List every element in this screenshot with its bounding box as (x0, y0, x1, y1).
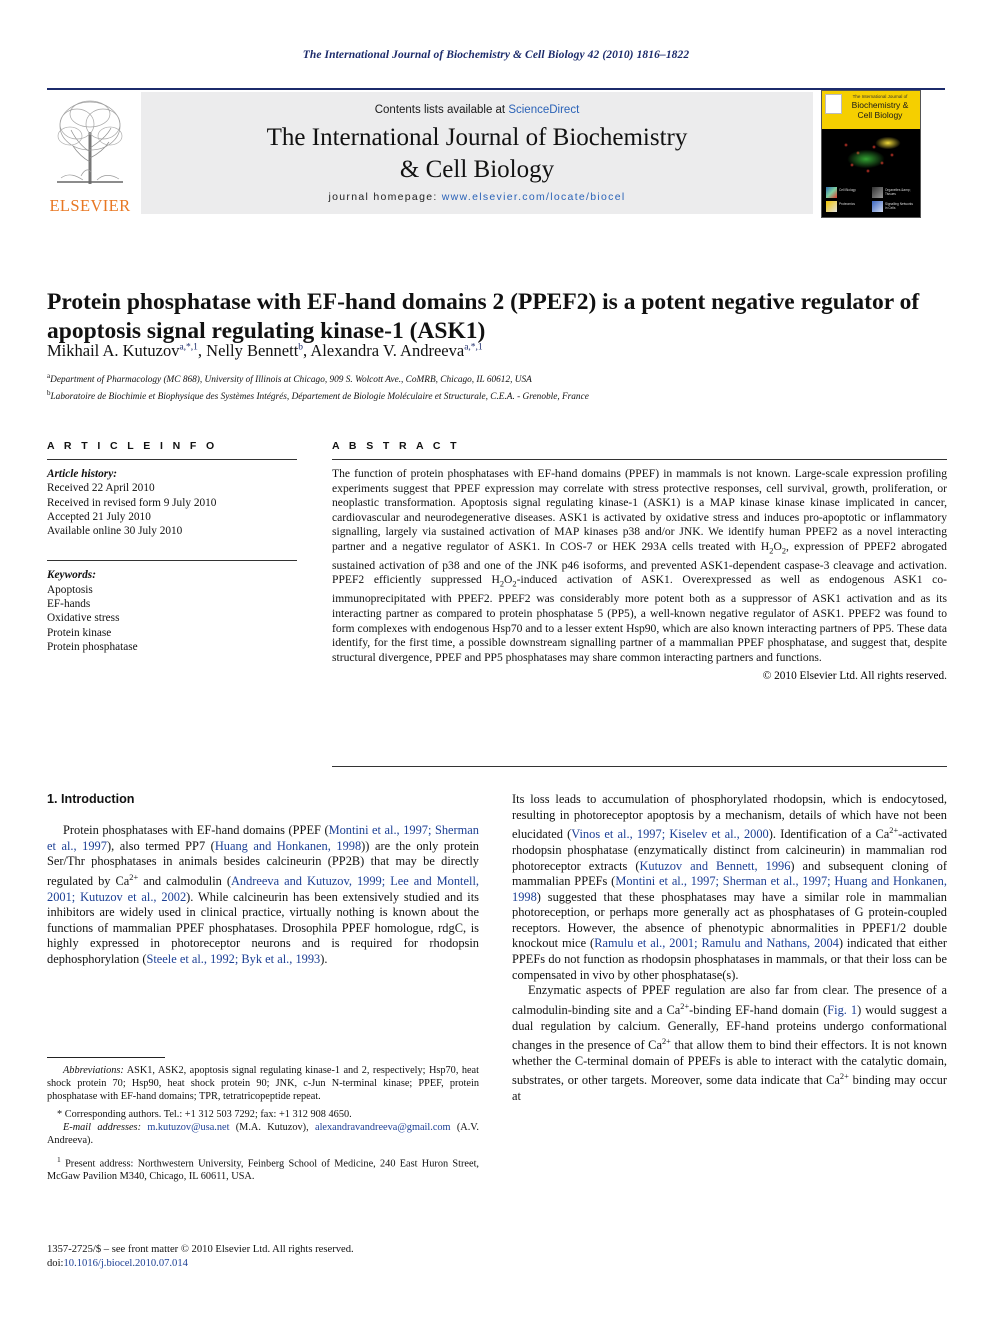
cover-swatch-icon (872, 201, 883, 212)
author-list: Mikhail A. Kutuzova,*,1, Nelly Bennettb,… (47, 341, 947, 361)
journal-title-line-2: & Cell Biology (399, 156, 555, 183)
journal-header: ELSEVIER Contents lists available at Sci… (47, 90, 945, 218)
keywords-heading: Keywords: (47, 569, 96, 582)
author-affiliation-marks: a,*,1 (464, 342, 483, 353)
journal-article-page: The International Journal of Biochemistr… (0, 0, 992, 1323)
keywords-group: Keywords: Apoptosis EF-hands Oxidative s… (47, 568, 297, 654)
article-info-heading: A R T I C L E I N F O (47, 440, 218, 452)
cover-section-item: Cell Biology (826, 187, 868, 198)
doi-line: doi:10.1016/j.biocel.2010.07.014 (47, 1257, 479, 1271)
journal-homepage-link[interactable]: www.elsevier.com/locate/biocel (442, 191, 626, 203)
intro-paragraph-right-1: Its loss leads to accumulation of phosph… (512, 792, 948, 982)
email-owner-kutuzov: (M.A. Kutuzov), (229, 1122, 309, 1134)
cover-section-icons: Cell Biology Organelles &amp; Tissues Pr… (826, 187, 916, 213)
cover-section-item: Organelles &amp; Tissues (872, 187, 914, 198)
contents-available-line: Contents lists available at ScienceDirec… (141, 104, 813, 116)
affiliation-list: aDepartment of Pharmacology (MC 868), Un… (47, 370, 947, 403)
keyword-item: EF-hands (47, 598, 91, 611)
article-history-item: Accepted 21 July 2010 (47, 510, 151, 523)
article-history-group: Article history: Received 22 April 2010 … (47, 467, 297, 538)
article-history-item: Received in revised form 9 July 2010 (47, 496, 217, 509)
page-title: Protein phosphatase with EF-hand domains… (47, 288, 920, 344)
email-link-andreeva[interactable]: alexandravandreeva@gmail.com (315, 1122, 451, 1133)
cover-section-label: Cell Biology (839, 188, 856, 192)
affiliation-text: Laboratoire de Biochimie et Biophysique … (50, 391, 589, 402)
article-info-column: A R T I C L E I N F O Article history: R… (47, 440, 297, 654)
cover-elsevier-logo-icon (825, 94, 842, 114)
journal-homepage-line: journal homepage: www.elsevier.com/locat… (141, 191, 813, 203)
abstract-column: A B S T R A C T The function of protein … (332, 440, 947, 682)
footnote-abbreviations: Abbreviations: ASK1, ASK2, apoptosis sig… (47, 1064, 479, 1103)
cover-section-label: Signalling Networks in Cells (885, 202, 913, 210)
running-head: The International Journal of Biochemistr… (302, 49, 690, 61)
author-name: Alexandra V. Andreeva (310, 341, 465, 360)
elsevier-logo: ELSEVIER (47, 92, 133, 216)
body-column-left: 1. Introduction Protein phosphatases wit… (47, 792, 479, 967)
present-address-text: Present address: Northwestern University… (47, 1157, 480, 1183)
email-link-kutuzov[interactable]: m.kutuzov@usa.net (147, 1122, 229, 1133)
cover-section-item: Proteomics (826, 201, 868, 212)
affiliation-text: Department of Pharmacology (MC 868), Uni… (50, 375, 532, 386)
keyword-item: Protein phosphatase (47, 640, 138, 653)
abstract-rule (332, 459, 947, 460)
elsevier-tree-icon (51, 92, 129, 188)
email-addresses-label: E-mail addresses: (63, 1122, 141, 1134)
doi-label: doi: (47, 1257, 64, 1269)
author-affiliation-marks: a,*,1 (179, 342, 198, 353)
cover-swatch-icon (872, 187, 883, 198)
footnote-block: Abbreviations: ASK1, ASK2, apoptosis sig… (47, 1057, 479, 1183)
contents-prefix-text: Contents lists available at (374, 104, 509, 116)
keyword-item: Protein kinase (47, 626, 112, 639)
abstract-text: The function of protein phosphatases wit… (332, 467, 947, 664)
author-name: Nelly Bennett (206, 341, 299, 360)
journal-title-line-1: The International Journal of Biochemistr… (266, 124, 688, 151)
article-info-rule (47, 459, 297, 460)
intro-paragraph-right-2: Enzymatic aspects of PPEF regulation are… (512, 983, 947, 1104)
article-history-heading: Article history: (47, 468, 117, 480)
footnote-present-address: 1 Present address: Northwestern Universi… (47, 1153, 479, 1184)
cover-swatch-icon (826, 187, 837, 198)
present-address-mark: 1 (57, 1154, 61, 1164)
cover-small-line: The International Journal of (852, 94, 908, 99)
author-name: Mikhail A. Kutuzov (47, 341, 180, 360)
footnote-emails: E-mail addresses: m.kutuzov@usa.net (M.A… (47, 1121, 479, 1147)
abstract-bottom-rule (332, 766, 947, 767)
sciencedirect-link[interactable]: ScienceDirect (508, 104, 579, 116)
journal-cover-thumbnail[interactable]: The International Journal of Biochemistr… (821, 90, 921, 218)
cover-section-label: Proteomics (839, 202, 855, 206)
abstract-heading: A B S T R A C T (332, 440, 460, 452)
issn-doi-block: 1357-2725/$ – see front matter © 2010 El… (47, 1243, 479, 1270)
footnote-corresponding-authors: * Corresponding authors. Tel.: +1 312 50… (57, 1109, 352, 1121)
affiliation-item: aDepartment of Pharmacology (MC 868), Un… (47, 370, 947, 387)
keywords-rule (47, 560, 297, 562)
footnote-rule (47, 1057, 165, 1058)
cover-swatch-icon (826, 201, 837, 212)
doi-link[interactable]: 10.1016/j.biocel.2010.07.014 (63, 1258, 187, 1269)
affiliation-item: bLaboratoire de Biochimie et Biophysique… (47, 387, 947, 404)
article-info-abstract-block: A R T I C L E I N F O Article history: R… (47, 440, 947, 770)
issn-line: 1357-2725/$ – see front matter © 2010 El… (47, 1244, 354, 1255)
abbreviations-label: Abbreviations: (63, 1065, 124, 1076)
intro-paragraph-left: Protein phosphatases with EF-hand domain… (47, 823, 479, 966)
abstract-copyright: © 2010 Elsevier Ltd. All rights reserved… (762, 670, 947, 683)
keyword-item: Oxidative stress (47, 612, 120, 625)
cover-section-item: Signalling Networks in Cells (872, 201, 914, 212)
article-history-item: Available online 30 July 2010 (47, 525, 183, 538)
cover-title-line-1: Biochemistry & (851, 100, 909, 110)
journal-title: The International Journal of Biochemistr… (141, 122, 813, 186)
keyword-item: Apoptosis (47, 583, 93, 596)
cover-title-line-2: Cell Biology (857, 110, 903, 120)
journal-title-band: Contents lists available at ScienceDirec… (141, 92, 813, 214)
body-column-right: Its loss leads to accumulation of phosph… (512, 792, 947, 1105)
cover-micrograph-image (822, 129, 920, 183)
cover-title: Biochemistry & Cell Biology (842, 100, 918, 120)
author-separator: , (197, 341, 207, 360)
homepage-prefix-text: journal homepage: (328, 191, 442, 203)
section-heading-introduction: 1. Introduction (47, 792, 135, 806)
cover-section-label: Organelles &amp; Tissues (885, 188, 911, 196)
article-history-item: Received 22 April 2010 (47, 482, 155, 495)
elsevier-wordmark: ELSEVIER (49, 196, 131, 215)
